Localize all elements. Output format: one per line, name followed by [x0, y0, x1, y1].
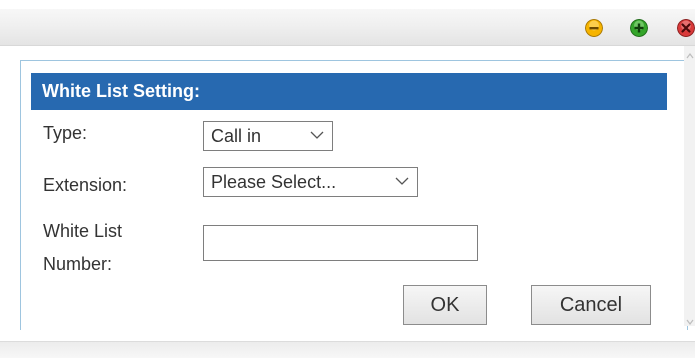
- vertical-scrollbar[interactable]: [684, 46, 695, 326]
- maximize-button[interactable]: [630, 19, 648, 37]
- minimize-button[interactable]: [585, 19, 603, 37]
- screen: White List Setting: Type: Call in Extens…: [0, 0, 695, 358]
- ok-button[interactable]: OK: [403, 285, 487, 325]
- plus-circle-icon: [630, 19, 648, 37]
- close-circle-icon: [677, 19, 695, 37]
- minus-circle-icon: [585, 19, 603, 37]
- white-list-number-label-line1: White List: [43, 221, 123, 241]
- white-list-number-input[interactable]: [203, 225, 478, 261]
- extension-select-value: Please Select...: [211, 172, 337, 192]
- extension-select[interactable]: Please Select...: [203, 167, 418, 197]
- chevron-down-icon: [310, 131, 324, 139]
- scroll-down-icon[interactable]: [686, 318, 694, 326]
- scroll-up-icon[interactable]: [686, 52, 694, 60]
- bottom-bar: [0, 341, 695, 358]
- close-button[interactable]: [677, 19, 695, 37]
- dialog-header: White List Setting:: [31, 73, 667, 110]
- type-select[interactable]: Call in: [203, 121, 333, 151]
- extension-label: Extension:: [43, 175, 128, 195]
- white-list-number-label: White List Number:: [43, 215, 122, 281]
- top-strip: [0, 0, 695, 9]
- cancel-button[interactable]: Cancel: [531, 285, 651, 325]
- chevron-down-icon: [395, 177, 409, 185]
- white-list-number-label-line2: Number:: [43, 254, 113, 274]
- white-list-dialog: White List Setting: Type: Call in Extens…: [31, 73, 667, 335]
- type-select-value: Call in: [211, 126, 262, 146]
- type-label: Type:: [43, 123, 88, 143]
